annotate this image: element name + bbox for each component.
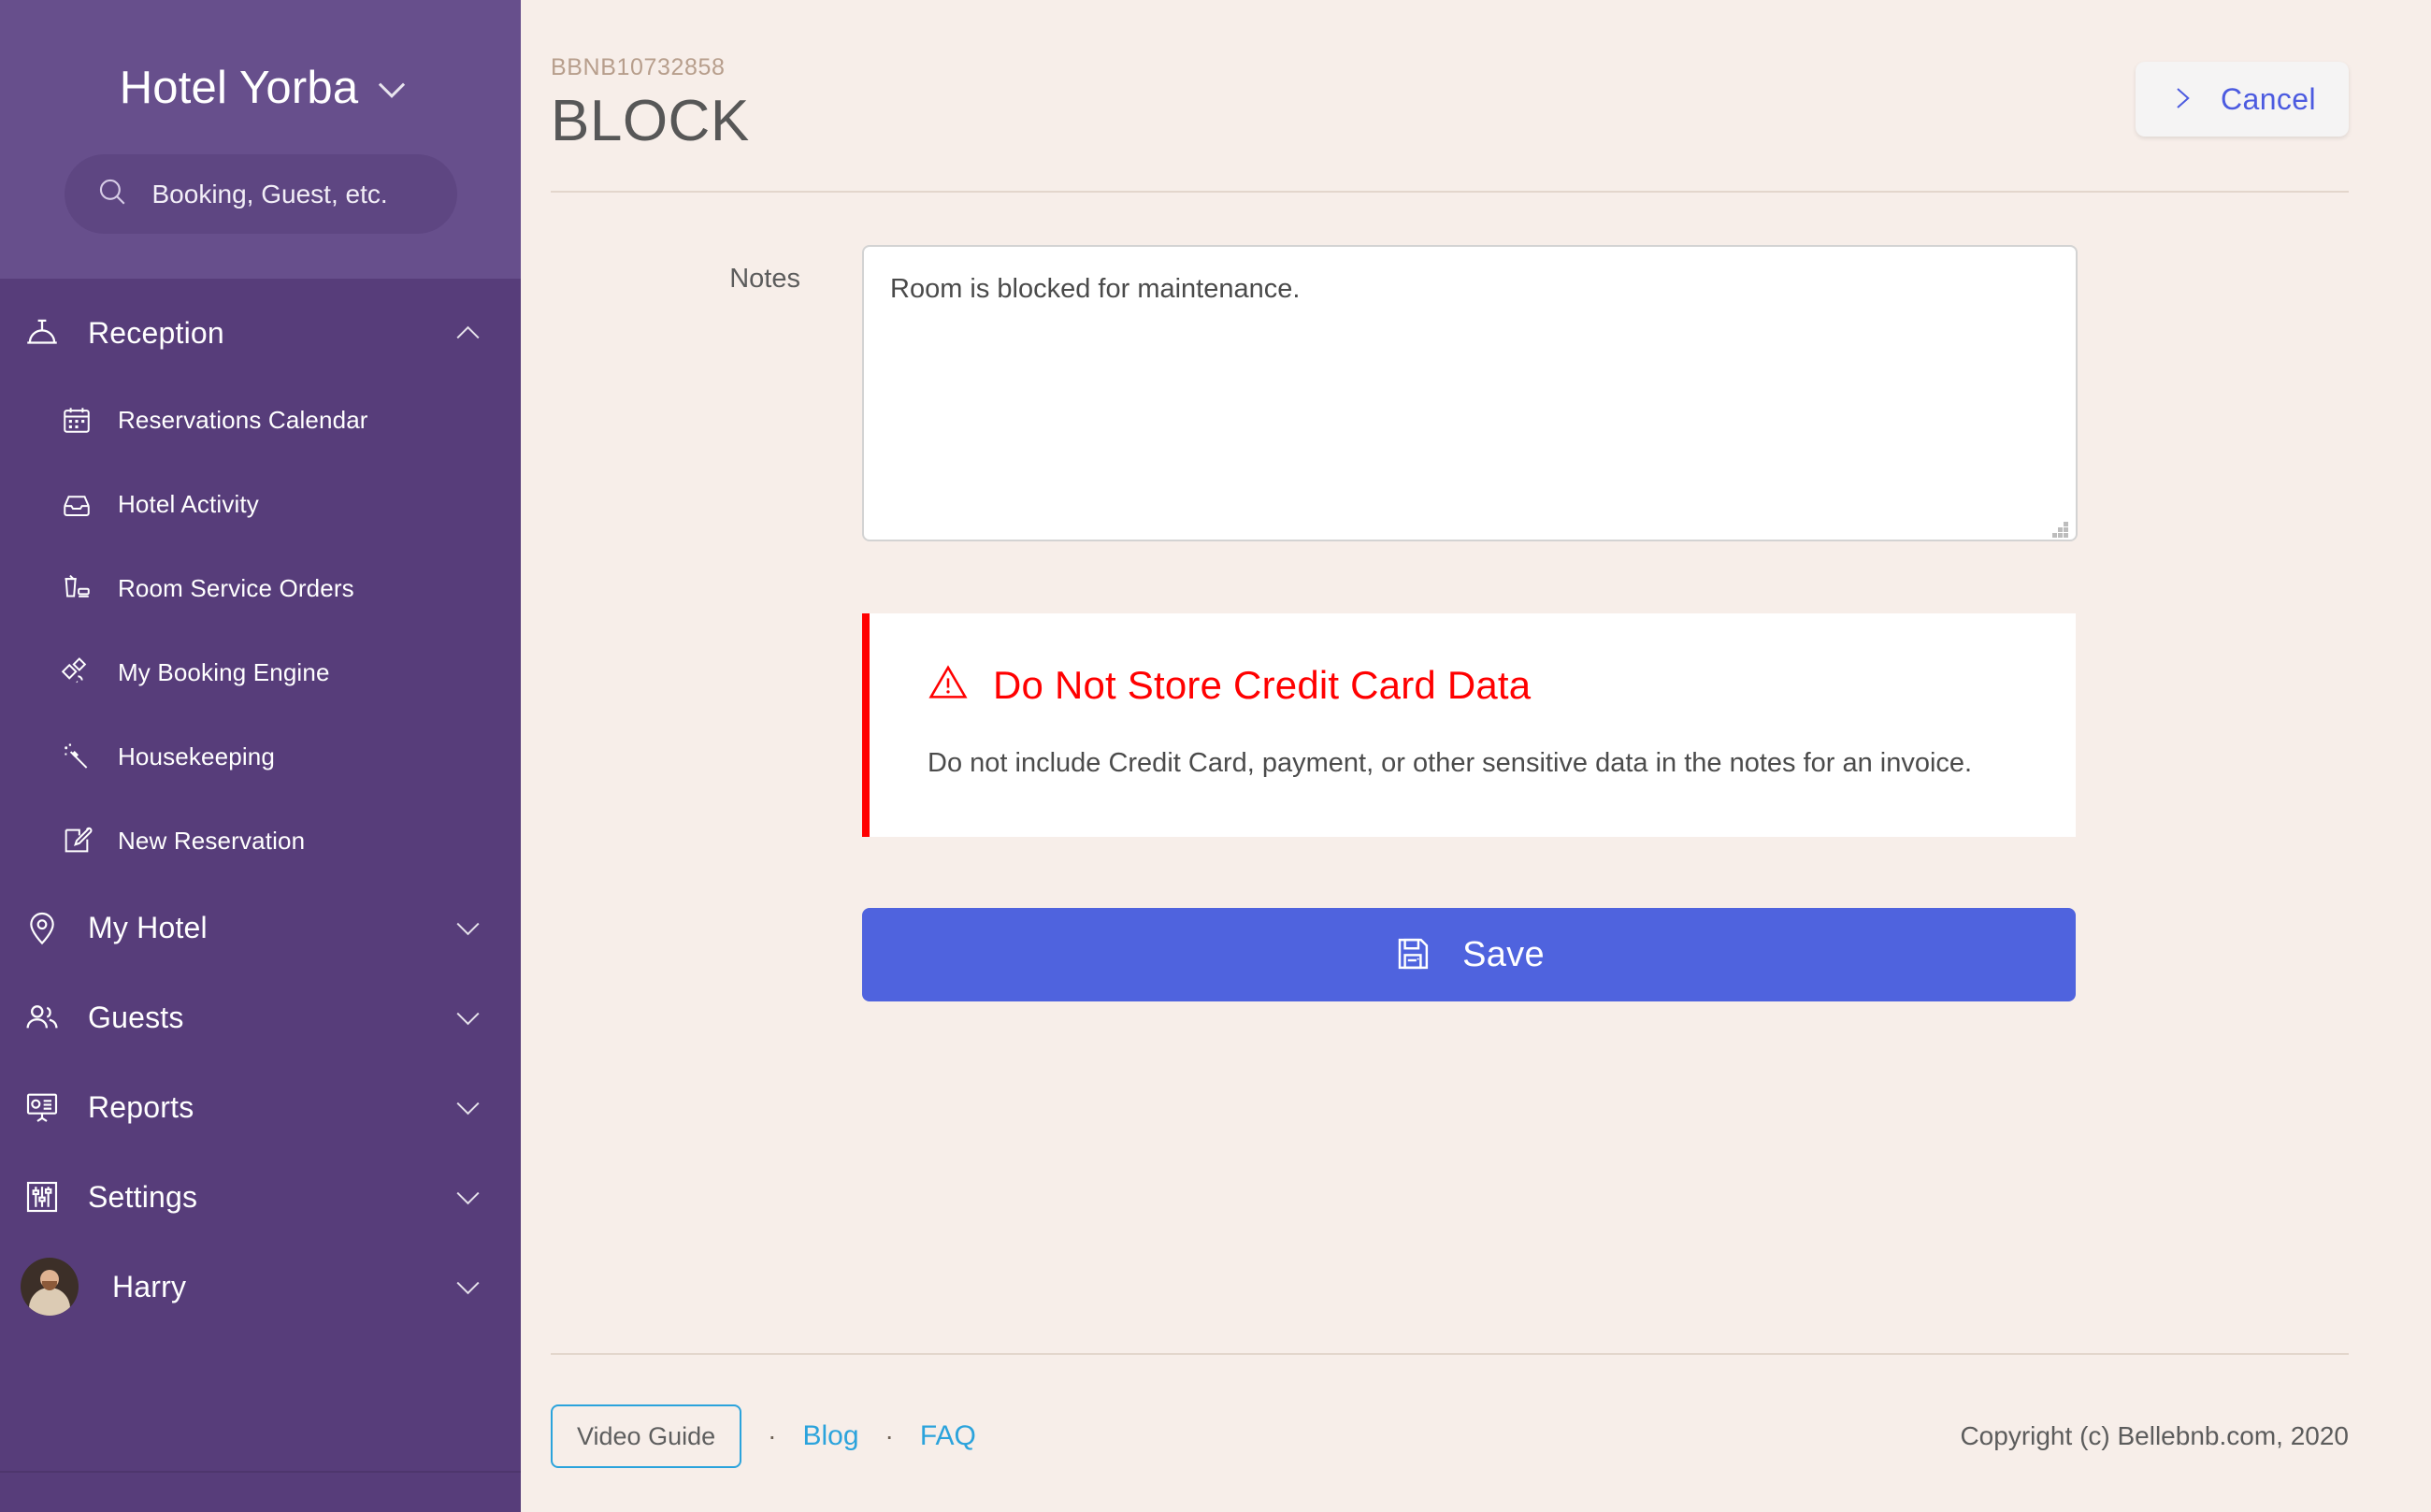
chevron-down-icon[interactable]: [456, 1181, 480, 1204]
map-pin-icon: [21, 906, 64, 949]
presentation-chart-icon: [21, 1086, 64, 1129]
sidebar: Hotel Yorba Booking, Guest, etc. Recepti…: [0, 0, 521, 1512]
sidebar-group-label: Guests: [88, 1000, 184, 1034]
sidebar-item-room-service-orders[interactable]: Room Service Orders: [0, 546, 521, 630]
save-button-label: Save: [1462, 934, 1545, 974]
notes-label: Notes: [729, 264, 800, 295]
edit-square-icon: [58, 822, 95, 859]
page-title: BLOCK: [551, 89, 750, 153]
cancel-button[interactable]: Cancel: [2136, 62, 2349, 137]
page-header: BBNB10732858 BLOCK Cancel: [551, 0, 2349, 151]
sidebar-group-label: Settings: [88, 1179, 198, 1214]
notes-textarea[interactable]: [862, 245, 2078, 542]
footer-link-faq[interactable]: FAQ: [920, 1420, 976, 1452]
room-service-icon: [58, 569, 95, 607]
header-titles: BBNB10732858 BLOCK: [551, 54, 2136, 151]
chevron-right-icon: [2168, 82, 2196, 117]
chevron-down-icon[interactable]: [456, 1271, 480, 1294]
footer-links: Video Guide · Blog · FAQ: [551, 1404, 1960, 1468]
footer-separator: ·: [768, 1421, 777, 1450]
warning-triangle-icon: [928, 662, 969, 708]
avatar: [21, 1258, 79, 1316]
notes-control: Do Not Store Credit Card Data Do not inc…: [862, 245, 2078, 1002]
form-area: Notes Room is blocked for maintenance. D…: [551, 193, 2349, 1353]
sidebar-group-reception[interactable]: Reception: [0, 288, 521, 378]
chevron-down-icon[interactable]: [456, 912, 480, 935]
sidebar-group-label: My Hotel: [88, 910, 208, 944]
chevron-up-icon[interactable]: [456, 325, 480, 349]
user-name: Harry: [112, 1269, 187, 1303]
search-icon: [96, 176, 128, 212]
chevron-down-icon: [379, 71, 406, 98]
sidebar-item-label: My Booking Engine: [118, 657, 330, 686]
sidebar-group-reports[interactable]: Reports: [0, 1062, 521, 1152]
sidebar-item-label: Room Service Orders: [118, 573, 354, 602]
sidebar-item-new-reservation[interactable]: New Reservation: [0, 799, 521, 883]
chevron-down-icon[interactable]: [456, 1001, 480, 1025]
credit-card-warning-alert: Do Not Store Credit Card Data Do not inc…: [862, 613, 2076, 838]
sidebar-item-hotel-activity[interactable]: Hotel Activity: [0, 462, 521, 546]
save-button[interactable]: Save: [862, 908, 2076, 1002]
brand-selector[interactable]: Hotel Yorba: [0, 65, 521, 111]
satellite-icon: [58, 654, 95, 691]
calendar-icon: [58, 401, 95, 439]
main-content: BBNB10732858 BLOCK Cancel Notes Room is …: [521, 0, 2431, 1512]
sidebar-item-reservations-calendar[interactable]: Reservations Calendar: [0, 378, 521, 462]
search-placeholder: Booking, Guest, etc.: [151, 179, 388, 209]
magic-wand-icon: [58, 738, 95, 775]
inbox-icon: [58, 485, 95, 523]
sidebar-item-label: Hotel Activity: [118, 489, 259, 518]
video-guide-button[interactable]: Video Guide: [551, 1404, 742, 1468]
booking-code: BBNB10732858: [551, 54, 726, 80]
sidebar-group-label: Reports: [88, 1089, 194, 1124]
sidebar-group-guests[interactable]: Guests: [0, 972, 521, 1062]
footer-separator: ·: [885, 1421, 894, 1450]
alert-title: Do Not Store Credit Card Data: [993, 662, 1532, 707]
sidebar-item-label: New Reservation: [118, 826, 306, 855]
users-icon: [21, 996, 64, 1039]
footer-link-blog[interactable]: Blog: [802, 1420, 858, 1452]
sidebar-navigation: Reception Reservations Calendar Hotel Ac…: [0, 279, 521, 1471]
sidebar-item-housekeeping[interactable]: Housekeeping: [0, 714, 521, 799]
sidebar-item-label: Reservations Calendar: [118, 405, 368, 434]
sidebar-item-label: Housekeeping: [118, 742, 276, 770]
sidebar-group-label: Reception: [88, 315, 224, 350]
sidebar-header: Hotel Yorba Booking, Guest, etc.: [0, 0, 521, 279]
sidebar-group-my-hotel[interactable]: My Hotel: [0, 883, 521, 972]
alert-title-row: Do Not Store Credit Card Data: [928, 662, 2023, 708]
search-input[interactable]: Booking, Guest, etc.: [64, 154, 457, 234]
sidebar-user-menu[interactable]: Harry: [0, 1242, 521, 1332]
notes-row: Notes Room is blocked for maintenance. D…: [551, 245, 2349, 1002]
alert-body: Do not include Credit Card, payment, or …: [928, 748, 1973, 779]
cancel-button-label: Cancel: [2220, 81, 2316, 116]
sidebar-bottom-divider: [0, 1471, 521, 1473]
floppy-disk-save-icon: [1393, 934, 1432, 976]
reception-bell-icon: [21, 311, 64, 354]
sidebar-group-settings[interactable]: Settings: [0, 1152, 521, 1242]
sliders-icon: [21, 1175, 64, 1218]
sidebar-item-my-booking-engine[interactable]: My Booking Engine: [0, 630, 521, 714]
page-footer: Video Guide · Blog · FAQ Copyright (c) B…: [551, 1355, 2349, 1512]
copyright-text: Copyright (c) Bellebnb.com, 2020: [1960, 1421, 2349, 1450]
chevron-down-icon[interactable]: [456, 1091, 480, 1115]
brand-name: Hotel Yorba: [119, 63, 359, 113]
